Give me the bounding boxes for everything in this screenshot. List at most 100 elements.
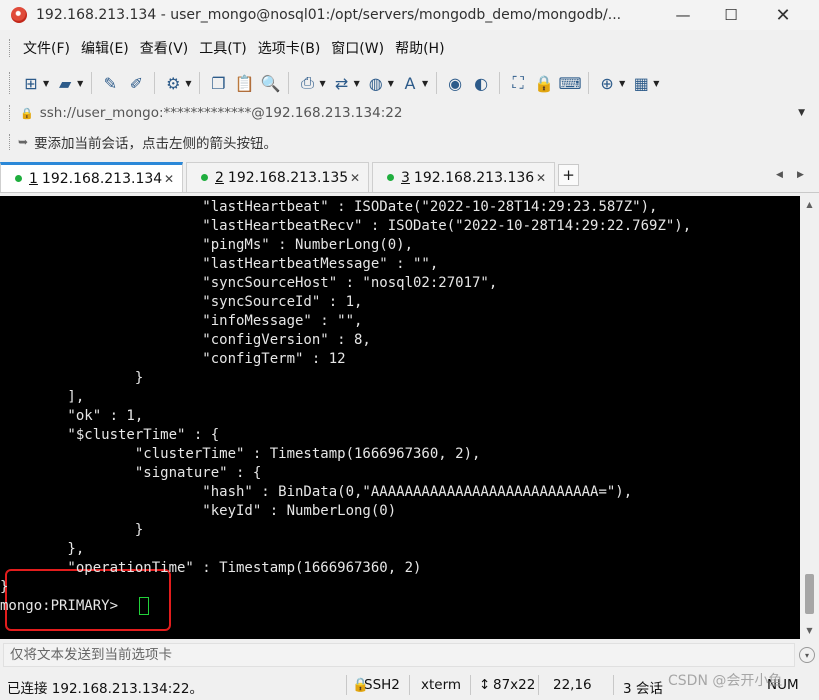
reconnect-button[interactable]: ✎ [97, 69, 123, 97]
terminal-line: "syncSourceHost" : "nosql02:27017", [0, 275, 498, 291]
scroll-up-icon[interactable]: ▲ [800, 196, 819, 213]
compose-button[interactable]: ⊕ ▼ [594, 69, 628, 97]
menu-file[interactable]: 文件(F) [18, 38, 75, 58]
menu-tabs[interactable]: 选项卡(B) [253, 38, 326, 58]
address-input[interactable]: ssh://user_mongo:*************@192.168.2… [40, 105, 403, 121]
chevron-down-icon[interactable]: ▼ [185, 79, 191, 88]
terminal-line: "configVersion" : 8, [0, 332, 371, 348]
address-bar: 🔒 ssh://user_mongo:*************@192.168… [0, 101, 819, 125]
terminal-line: "signature" : { [0, 465, 262, 481]
connected-status-icon [201, 174, 208, 181]
tab-number: 2 [215, 169, 224, 186]
hintbar-grip[interactable] [9, 134, 12, 150]
bookmark-arrow-icon[interactable]: ➥ [18, 135, 28, 149]
address-dropdown-icon[interactable]: ▼ [798, 108, 805, 118]
new-session-button[interactable]: ⊞ ▼ [18, 69, 52, 97]
connected-status-icon [15, 175, 22, 182]
menu-edit[interactable]: 编辑(E) [76, 38, 134, 58]
toolbar-separator [199, 72, 201, 94]
copy-button[interactable]: ❐ [205, 69, 231, 97]
tab-session-3[interactable]: 3 192.168.213.136 ✕ [372, 162, 555, 192]
chevron-down-icon[interactable]: ▼ [319, 79, 325, 88]
xshell-button[interactable]: ◐ [468, 69, 494, 97]
minimize-button[interactable]: — [660, 0, 706, 30]
terminal-size: 87x22 [493, 677, 536, 693]
disconnect-button[interactable]: ✐ [123, 69, 149, 97]
status-divider [538, 675, 539, 695]
toolbar-grip[interactable] [9, 72, 12, 94]
paste-button[interactable]: 📋 [231, 69, 257, 97]
lock-button[interactable]: 🔒 [531, 69, 557, 97]
fullscreen-button[interactable]: ⛶ [505, 69, 531, 97]
hint-text: 要添加当前会话，点击左侧的箭头按钮。 [34, 136, 278, 152]
chevron-down-icon[interactable]: ▼ [388, 79, 394, 88]
tab-close-icon[interactable]: ✕ [536, 171, 546, 185]
menubar-grip[interactable] [9, 39, 12, 57]
status-divider [613, 675, 614, 695]
cursor-position: 22,16 [553, 677, 592, 693]
chevron-down-icon[interactable]: ▼ [422, 79, 428, 88]
transfer-button[interactable]: ⇄ ▼ [329, 69, 363, 97]
xshell-icon: ◐ [474, 73, 489, 93]
print-button[interactable]: ⎙ ▼ [294, 69, 328, 97]
scroll-down-icon[interactable]: ▼ [800, 622, 819, 639]
chevron-down-icon[interactable]: ▼ [619, 79, 625, 88]
terminal-line: "infoMessage" : "", [0, 313, 363, 329]
title-bar: 192.168.213.134 - user_mongo@nosql01:/op… [0, 0, 819, 30]
menu-view[interactable]: 查看(V) [135, 38, 194, 58]
scrollbar-thumb[interactable] [805, 574, 814, 614]
terminal-line: "clusterTime" : Timestamp(1666967360, 2)… [0, 446, 481, 462]
close-button[interactable]: ✕ [760, 0, 806, 30]
terminal-line: ], [0, 389, 85, 405]
properties-icon: ⚙ [166, 73, 181, 93]
chevron-down-icon[interactable]: ▼ [43, 79, 49, 88]
toolbar-separator [436, 72, 438, 94]
terminal-line: } [0, 579, 9, 595]
tab-close-icon[interactable]: ✕ [350, 171, 360, 185]
add-tab-button[interactable]: + [558, 164, 579, 186]
send-options-icon[interactable]: ▾ [799, 647, 815, 663]
chevron-down-icon[interactable]: ▼ [77, 79, 83, 88]
compose-icon: ⊕ [600, 73, 614, 93]
terminal-line: "syncSourceId" : 1, [0, 294, 363, 310]
tab-prev-icon[interactable]: ◀ [776, 170, 783, 180]
tab-number: 3 [401, 169, 410, 186]
terminal-line: "operationTime" : Timestamp(1666967360, … [0, 560, 422, 576]
open-folder-button[interactable]: ▰ ▼ [52, 69, 86, 97]
menu-bar: 文件(F) 编辑(E) 查看(V) 工具(T) 选项卡(B) 窗口(W) 帮助(… [0, 34, 819, 62]
font-button[interactable]: A ▼ [397, 69, 431, 97]
menu-window[interactable]: 窗口(W) [326, 38, 389, 58]
status-divider [470, 675, 471, 695]
properties-button[interactable]: ⚙ ▼ [160, 69, 194, 97]
tab-close-icon[interactable]: ✕ [164, 172, 174, 186]
session-count: 3 会话 [623, 681, 663, 697]
menu-help[interactable]: 帮助(H) [390, 38, 449, 58]
layout-button[interactable]: ▦ ▼ [628, 69, 662, 97]
tab-label: 192.168.213.134 [41, 170, 163, 187]
maximize-button[interactable]: ☐ [708, 0, 754, 30]
print-icon: ⎙ [301, 73, 314, 92]
chevron-down-icon[interactable]: ▼ [354, 79, 360, 88]
terminal-output[interactable]: "lastHeartbeat" : ISODate("2022-10-28T14… [0, 196, 800, 639]
tab-next-icon[interactable]: ▶ [797, 170, 804, 180]
tab-session-2[interactable]: 2 192.168.213.135 ✕ [186, 162, 369, 192]
chevron-down-icon[interactable]: ▼ [653, 79, 659, 88]
menu-tools[interactable]: 工具(T) [194, 38, 251, 58]
terminal-line: } [0, 522, 144, 538]
tab-session-1[interactable]: 1 192.168.213.134 ✕ [0, 162, 183, 192]
send-text-input[interactable]: 仅将文本发送到当前选项卡 [3, 643, 795, 667]
keyboard-button[interactable]: ⌨ [557, 69, 583, 97]
disconnect-icon: ✐ [129, 73, 144, 93]
status-divider [409, 675, 410, 695]
xftp-button[interactable]: ◉ [442, 69, 468, 97]
find-icon: 🔍 [260, 73, 281, 93]
size-icon: ↕ [479, 677, 491, 693]
addressbar-grip[interactable] [9, 105, 12, 121]
layout-icon: ▦ [633, 73, 649, 93]
globe-icon: ◍ [368, 73, 383, 93]
terminal-line: }, [0, 541, 85, 557]
globe-button[interactable]: ◍ ▼ [363, 69, 397, 97]
session-hint-bar: ➥ 要添加当前会话，点击左侧的箭头按钮。 [0, 130, 819, 154]
terminal-scrollbar[interactable]: ▲ ▼ [800, 196, 819, 639]
find-button[interactable]: 🔍 [257, 69, 283, 97]
